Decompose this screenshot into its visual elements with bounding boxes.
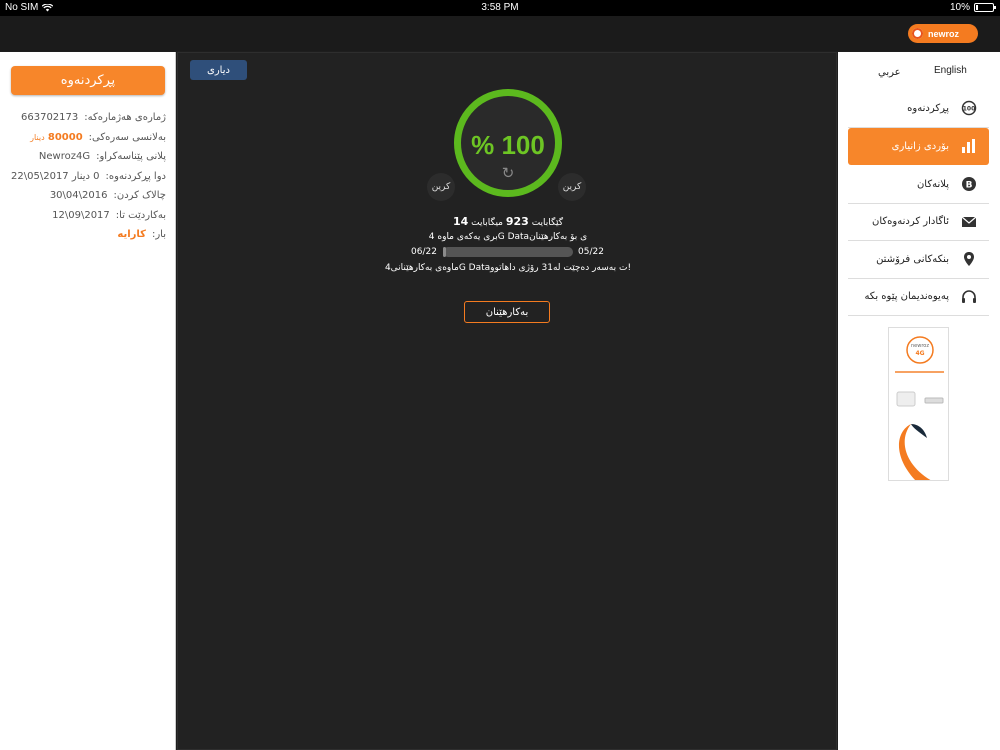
remaining-gb-unit: گێگابایت	[531, 218, 564, 228]
info-label: دوا پڕکردنەوە:	[105, 170, 166, 182]
promo-banner-image: newroz 4G	[895, 336, 944, 480]
last-refill-value: 0 دینار 2017\05\22	[11, 170, 100, 182]
info-row-status: بار: کارایە	[0, 225, 176, 245]
location-pin-icon	[961, 251, 977, 267]
refill-button[interactable]: پڕکردنەوە	[11, 66, 165, 95]
svg-text:100: 100	[963, 106, 976, 113]
remaining-gb: 14	[452, 215, 469, 228]
plan-value: Newroz4G	[38, 151, 91, 162]
end-date: 06/22	[411, 247, 437, 257]
refresh-icon[interactable]: ↻	[501, 166, 515, 181]
info-row-account-number: ژمارەی هەژمارەکە: 663702173	[0, 108, 176, 128]
remaining-mb: 923	[505, 215, 529, 228]
balance-unit: دینار	[30, 132, 45, 142]
language-arabic[interactable]: عربي	[878, 67, 901, 78]
gauge-percent: % 100	[471, 130, 545, 160]
menu-item-contact[interactable]: پەیوەندیمان پێوە بکە	[848, 279, 989, 316]
account-details: ژمارەی هەژمارەکە: 663702173 بەلانسی سەرەک…	[0, 108, 176, 245]
menu-item-refill[interactable]: پڕکردنەوە 100	[848, 90, 989, 128]
status-value: کارایە	[117, 229, 146, 240]
menu-item-plans[interactable]: پلانەکان B	[848, 166, 989, 204]
menu-item-label: پەیوەندیمان پێوە بکە	[864, 291, 949, 303]
svg-text:4G: 4G	[915, 350, 924, 357]
expiry-text: ماوەی بەکارهێنانی4G Dataت بەسەر دەچێت لە…	[384, 263, 632, 273]
info-label: چالاک کردن:	[113, 190, 166, 201]
account-number-value: 663702173	[21, 112, 79, 123]
side-menu: پڕکردنەوە 100 بۆردی زانیاری پلانەکان B ئ…	[848, 90, 989, 316]
menu-item-label: ئاگادار کردنەوەکان	[872, 216, 949, 228]
dashboard-main: دیاری % 100 ↻ کرین کرین 14 گێگابایت 923 …	[177, 52, 837, 750]
info-row-activation: چالاک کردن: 2016\04\30	[0, 186, 176, 206]
menu-item-dashboard[interactable]: بۆردی زانیاری	[848, 127, 989, 165]
promo-banner[interactable]: newroz 4G	[888, 327, 949, 481]
account-info-panel: پڕکردنەوە ژمارەی هەژمارەکە: 663702173 بەل…	[0, 52, 176, 750]
app-header: newroz	[0, 16, 1000, 51]
info-row-valid-until: بەکاردێت تا: 2017\09\12	[0, 206, 176, 226]
use-button[interactable]: بەکارهێنان	[464, 301, 550, 323]
battery-icon	[974, 3, 996, 12]
menu-item-label: بنکەکانی فرۆشتن	[876, 253, 949, 265]
language-english[interactable]: English	[934, 65, 967, 76]
status-bar-right: 10%	[949, 2, 996, 13]
info-row-plan: پلانی پێناسەکراو: Newroz4G	[0, 147, 176, 167]
usage-progress-bar	[443, 247, 573, 257]
buy-chip-left[interactable]: کرین	[427, 173, 455, 201]
menu-item-label: پلانەکان	[916, 178, 949, 190]
period-text: بری یەکەی ماوە 4G Dataی بۆ بەکارهێنان	[428, 232, 588, 242]
svg-text:B: B	[966, 181, 973, 191]
status-bar: No SIM 3:58 PM 10%	[0, 0, 1000, 16]
info-row-last-refill: دوا پڕکردنەوە: 0 دینار 2017\05\22	[0, 167, 176, 187]
clock: 3:58 PM	[481, 2, 519, 13]
headset-icon	[961, 289, 977, 305]
remaining-data: 14 گێگابایت 923 میگابایت	[178, 215, 838, 228]
navigation-panel: English عربي پڕکردنەوە 100 بۆردی زانیاری…	[838, 52, 1000, 750]
info-label: بەلانسی سەرەکی:	[88, 131, 166, 143]
remaining-mb-unit: میگابایت	[471, 218, 503, 228]
envelope-icon	[961, 214, 977, 230]
valid-until-value: 2017\09\12	[52, 209, 110, 221]
start-date: 05/22	[578, 247, 604, 257]
svg-text:newroz: newroz	[911, 343, 929, 349]
info-label: بار:	[151, 229, 166, 240]
buy-chip-right[interactable]: کرین	[558, 173, 586, 201]
refill-icon: 100	[961, 100, 977, 116]
balance-value: 80000	[47, 131, 83, 143]
info-label: پلانی پێناسەکراو:	[96, 151, 166, 162]
plans-icon: B	[961, 176, 977, 192]
menu-item-sales-points[interactable]: بنکەکانی فرۆشتن	[848, 241, 989, 279]
newroz-logo: newroz	[908, 24, 978, 43]
battery-percent: 10%	[949, 2, 970, 13]
menu-item-notifications[interactable]: ئاگادار کردنەوەکان	[848, 204, 989, 241]
menu-item-label: پڕکردنەوە	[907, 102, 949, 114]
activation-value: 2016\04\30	[49, 190, 108, 201]
info-row-main-balance: بەلانسی سەرەکی: 80000 دینار	[0, 128, 176, 148]
data-usage-gauge[interactable]: % 100 ↻	[454, 89, 562, 197]
bar-chart-icon	[961, 138, 977, 154]
logo-text: newroz	[928, 28, 960, 39]
info-label: ژمارەی هەژمارەکە:	[84, 112, 166, 123]
gift-button[interactable]: دیاری	[190, 60, 247, 80]
logo-mark-icon	[910, 26, 925, 41]
menu-item-label: بۆردی زانیاری	[891, 140, 949, 152]
info-label: بەکاردێت تا:	[115, 209, 166, 221]
usage-progress-fill	[443, 247, 446, 257]
